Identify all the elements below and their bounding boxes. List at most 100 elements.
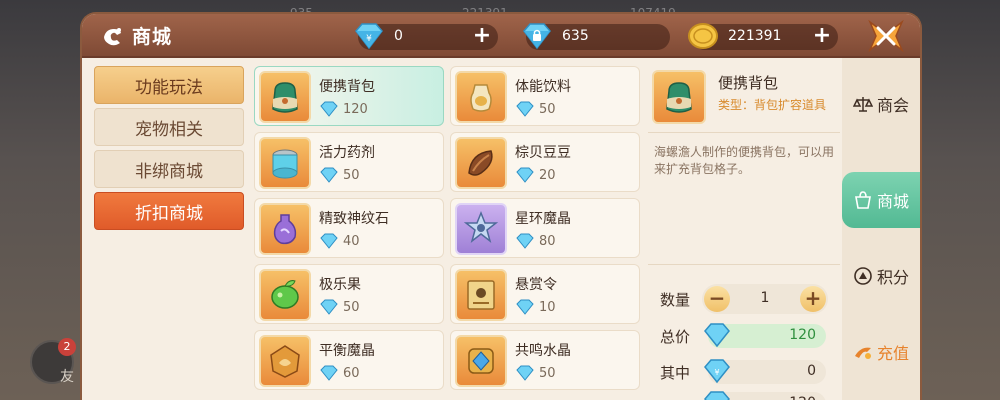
potion-icon [272, 149, 298, 179]
item-detail-panel: 便携背包 类型：背包扩容道具 海螺澹人制作的便携背包，可以用来扩充背包格子。 数… [648, 66, 840, 400]
item-card-backpack[interactable]: 便携背包 120 [254, 66, 444, 126]
recharge-icon [854, 347, 871, 359]
backpack-icon [272, 82, 298, 113]
breakdown-label: 其中 [660, 364, 691, 382]
detail-icon-box [652, 70, 706, 124]
fruit-icon [271, 280, 299, 309]
item-price-value: 60 [343, 365, 360, 381]
item-icon-box [455, 137, 507, 189]
locked-gem-icon [704, 391, 730, 400]
titlebar: 商城 ¥ 0 + 635 221391 + [82, 14, 920, 58]
breakdown-locked-value: 120 [789, 395, 816, 400]
bounty-icon [467, 280, 495, 310]
title-group: 商城 [100, 22, 172, 49]
item-icon-box [259, 203, 311, 255]
item-icon-box [259, 335, 311, 387]
gem-icon [320, 233, 338, 249]
item-card-drink[interactable]: 体能饮料 50 [450, 66, 640, 126]
gem-icon [704, 323, 730, 348]
item-name: 悬赏令 [515, 277, 557, 293]
rune-stone-icon [273, 214, 297, 245]
item-price-value: 10 [539, 299, 556, 315]
item-card-balance-crystal[interactable]: 平衡魔晶 60 [254, 330, 444, 390]
quantity-stepper: − 1 + [702, 284, 828, 314]
quantity-label: 数量 [660, 291, 691, 309]
item-name: 便携背包 [319, 79, 375, 95]
category-discount-shop[interactable]: 折扣商城 [94, 192, 244, 230]
resonance-crystal-icon [468, 348, 494, 374]
increase-quantity-button[interactable]: + [800, 286, 826, 312]
item-price-value: 120 [343, 101, 368, 117]
item-price: 50 [319, 299, 360, 315]
item-grid: 便携背包 120 体能饮料 50 活力药剂 50 棕贝豆豆 20 精致神纹石 4… [254, 66, 642, 400]
bound-gem-icon: ¥ [704, 359, 730, 384]
item-icon-box [455, 335, 507, 387]
category-label: 功能玩法 [135, 77, 203, 98]
close-icon [868, 19, 904, 53]
breakdown-bound-box: ¥ 0 [704, 359, 826, 384]
gem-icon [516, 101, 534, 117]
tab-label: 商会 [876, 96, 909, 115]
item-price: 20 [515, 167, 556, 183]
item-card-star-crystal[interactable]: 星环魔晶 80 [450, 198, 640, 258]
gold-value: 221391 [728, 28, 782, 44]
bean-icon [468, 150, 493, 176]
item-name: 活力药剂 [319, 145, 375, 161]
category-unbound-shop[interactable]: 非绑商城 [94, 150, 244, 188]
add-bound-gem-button[interactable]: + [472, 25, 492, 47]
drink-icon [470, 84, 492, 112]
add-gold-button[interactable]: + [812, 25, 832, 47]
gem-icon [516, 365, 534, 381]
tab-shop[interactable]: 商城 [842, 172, 920, 228]
item-price: 50 [515, 101, 556, 117]
scale-icon [852, 97, 873, 112]
total-price-box: 120 [704, 323, 826, 348]
item-name: 平衡魔晶 [319, 343, 375, 359]
divider [648, 264, 840, 265]
item-price: 50 [319, 167, 360, 183]
tab-label: 充值 [876, 344, 909, 363]
item-price: 80 [515, 233, 556, 249]
category-pet[interactable]: 宠物相关 [94, 108, 244, 146]
item-card-bounty[interactable]: 悬赏令 10 [450, 264, 640, 324]
item-card-bean[interactable]: 棕贝豆豆 20 [450, 132, 640, 192]
gem-icon [516, 167, 534, 183]
item-icon-box [455, 269, 507, 321]
svg-text:¥: ¥ [714, 368, 719, 377]
right-nav: 商会 商城 积分 充值 [842, 58, 920, 400]
item-name: 星环魔晶 [515, 211, 571, 227]
shop-window: 商城 ¥ 0 + 635 221391 + 功能玩法 宠物相关 非绑商城 折扣商… [82, 14, 920, 400]
star-crystal-icon [463, 210, 499, 243]
category-function[interactable]: 功能玩法 [94, 66, 244, 104]
item-name: 棕贝豆豆 [515, 145, 571, 161]
gem-icon [516, 299, 534, 315]
item-price-value: 50 [343, 167, 360, 183]
item-price-value: 20 [539, 167, 556, 183]
bound-gem-currency: ¥ 0 + [355, 23, 498, 50]
tab-recharge[interactable]: 充值 [842, 324, 920, 380]
locked-gem-icon [523, 23, 551, 50]
shop-title-icon [104, 27, 121, 45]
gem-icon [320, 167, 338, 183]
bound-gem-value: 0 [394, 28, 403, 44]
item-price: 40 [319, 233, 360, 249]
item-card-fruit[interactable]: 极乐果 50 [254, 264, 444, 324]
item-card-resonance-crystal[interactable]: 共鸣水晶 50 [450, 330, 640, 390]
tab-chamber[interactable]: 商会 [842, 76, 920, 132]
gem-icon [320, 365, 338, 381]
tab-points[interactable]: 积分 [842, 248, 920, 304]
item-price: 120 [319, 101, 368, 117]
item-price-value: 80 [539, 233, 556, 249]
balance-crystal-icon [270, 345, 300, 378]
gem-icon [320, 299, 338, 315]
close-button[interactable] [858, 16, 914, 56]
divider [648, 132, 840, 133]
item-price-value: 50 [539, 101, 556, 117]
points-icon [854, 267, 872, 285]
breakdown-bound-value: 0 [807, 363, 816, 379]
svg-text:¥: ¥ [366, 34, 372, 44]
item-card-rune-stone[interactable]: 精致神纹石 40 [254, 198, 444, 258]
item-card-potion[interactable]: 活力药剂 50 [254, 132, 444, 192]
item-price: 10 [515, 299, 556, 315]
backpack-icon [666, 82, 692, 113]
